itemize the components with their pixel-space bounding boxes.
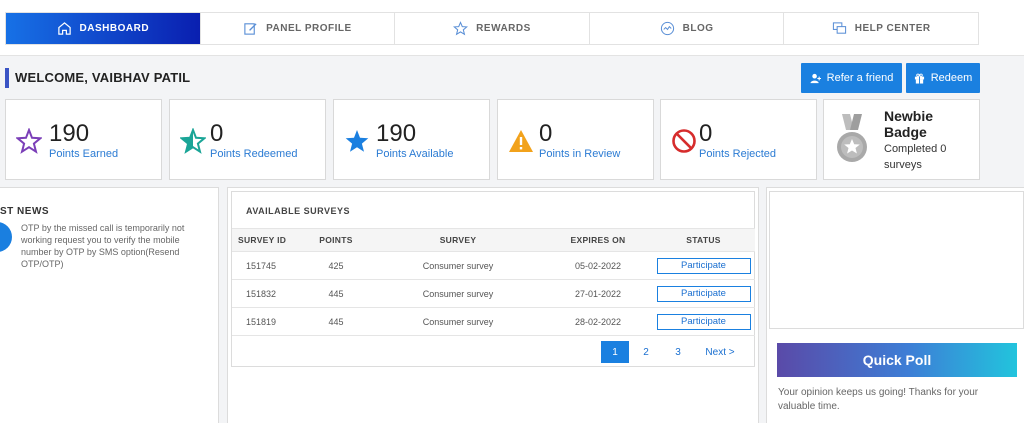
welcome-heading: WELCOME, VAIBHAV PATIL (15, 70, 191, 85)
welcome-accent-bar (5, 68, 9, 88)
table-header-row: SURVEY ID POINTS SURVEY EXPIRES ON STATU… (232, 228, 755, 252)
gift-icon (914, 73, 924, 84)
cell-expires: 27-01-2022 (574, 288, 622, 299)
page-3-button[interactable]: 3 (668, 341, 688, 363)
participate-button[interactable]: Participate (656, 285, 751, 302)
col-points: POINTS (319, 235, 353, 245)
tab-blog-label: BLOG (682, 23, 714, 34)
redeem-button[interactable]: Redeem (906, 63, 980, 93)
refer-a-friend-button[interactable]: Refer a friend (801, 63, 902, 93)
table-row: 151819 445 Consumer survey 28-02-2022 Pa… (232, 308, 755, 336)
cell-expires: 28-02-2022 (574, 316, 622, 327)
edit-icon (244, 23, 257, 35)
stat-card-points-available: 190 Points Available (333, 99, 490, 180)
badge-card: Newbie Badge Completed 0 surveys (823, 99, 980, 180)
cell-points: 445 (328, 316, 344, 327)
user-add-icon (810, 73, 821, 83)
badge-subtitle: Completed 0 surveys (884, 143, 947, 171)
points-redeemed-label: Points Redeemed (210, 148, 298, 160)
tab-help-center[interactable]: HELP CENTER (784, 13, 978, 44)
points-in-review-label: Points in Review (539, 148, 621, 160)
tab-panel-profile-label: PANEL PROFILE (266, 23, 352, 34)
news-text: OTP by the missed call is temporarily no… (21, 223, 185, 269)
main-nav: DASHBOARD PANEL PROFILE REWARDS BLOG HEL… (5, 12, 979, 45)
cell-points: 425 (328, 260, 344, 271)
blocked-icon (672, 129, 696, 153)
points-earned-value: 190 (49, 120, 90, 147)
home-icon (57, 22, 71, 35)
star-half-icon (180, 128, 206, 154)
surveys-table: SURVEY ID POINTS SURVEY EXPIRES ON STATU… (232, 228, 755, 336)
quick-poll-button[interactable]: Quick Poll (777, 343, 1017, 377)
blog-icon (660, 21, 674, 36)
stat-card-points-redeemed: 0 Points Redeemed (169, 99, 326, 180)
cell-survey-id: 151745 (246, 260, 277, 271)
stat-card-points-rejected: 0 Points Rejected (660, 99, 817, 180)
redeem-label: Redeem (930, 72, 973, 84)
next-page-button[interactable]: Next > (700, 341, 740, 363)
page-2-button[interactable]: 2 (636, 341, 656, 363)
points-in-review-value: 0 (539, 120, 553, 147)
points-available-label: Points Available (376, 148, 454, 160)
tab-rewards[interactable]: REWARDS (395, 13, 590, 44)
participate-button[interactable]: Participate (656, 313, 751, 330)
table-row: 151832 445 Consumer survey 27-01-2022 Pa… (232, 280, 755, 308)
tab-panel-profile[interactable]: PANEL PROFILE (201, 13, 396, 44)
page-1-button[interactable]: 1 (601, 341, 629, 363)
chat-icon (832, 22, 846, 34)
points-redeemed-value: 0 (210, 120, 224, 147)
surveys-heading: AVAILABLE SURVEYS (246, 206, 351, 216)
cell-survey: Consumer survey (422, 288, 494, 299)
star-outline-icon (16, 128, 42, 154)
tab-dashboard-label: DASHBOARD (79, 23, 150, 34)
stat-card-points-in-review: 0 Points in Review (497, 99, 654, 180)
points-available-value: 190 (376, 120, 417, 147)
cell-survey: Consumer survey (422, 260, 494, 271)
cell-points: 445 (328, 288, 344, 299)
badge-title: Newbie Badge (884, 108, 934, 140)
col-survey: SURVEY (439, 235, 477, 245)
poll-content-box (769, 191, 1024, 329)
tab-blog[interactable]: BLOG (590, 13, 785, 44)
col-status: STATUS (686, 235, 721, 245)
tab-rewards-label: REWARDS (476, 23, 531, 34)
refer-a-friend-label: Refer a friend (826, 72, 894, 84)
news-title: ST NEWS (0, 206, 50, 217)
star-filled-icon (345, 130, 369, 152)
table-row: 151745 425 Consumer survey 05-02-2022 Pa… (232, 252, 755, 280)
tab-help-center-label: HELP CENTER (854, 23, 931, 34)
medal-icon (837, 114, 867, 162)
participate-button[interactable]: Participate (656, 257, 751, 274)
points-rejected-label: Points Rejected (699, 148, 777, 160)
stat-card-points-earned: 190 Points Earned (5, 99, 162, 180)
cell-survey-id: 151819 (246, 316, 277, 327)
points-earned-label: Points Earned (49, 148, 119, 160)
col-survey-id: SURVEY ID (238, 235, 287, 245)
cell-expires: 05-02-2022 (574, 260, 622, 271)
points-rejected-value: 0 (699, 120, 713, 147)
star-icon (453, 21, 469, 36)
cell-survey: Consumer survey (422, 316, 494, 327)
poll-text: Your opinion keeps us going! Thanks for … (778, 387, 979, 412)
top-navigation-bar: DASHBOARD PANEL PROFILE REWARDS BLOG HEL… (0, 0, 1024, 56)
warning-icon (509, 130, 533, 152)
col-expires-on: EXPIRES ON (570, 235, 626, 245)
cell-survey-id: 151832 (246, 288, 277, 299)
tab-dashboard[interactable]: DASHBOARD (6, 13, 201, 44)
